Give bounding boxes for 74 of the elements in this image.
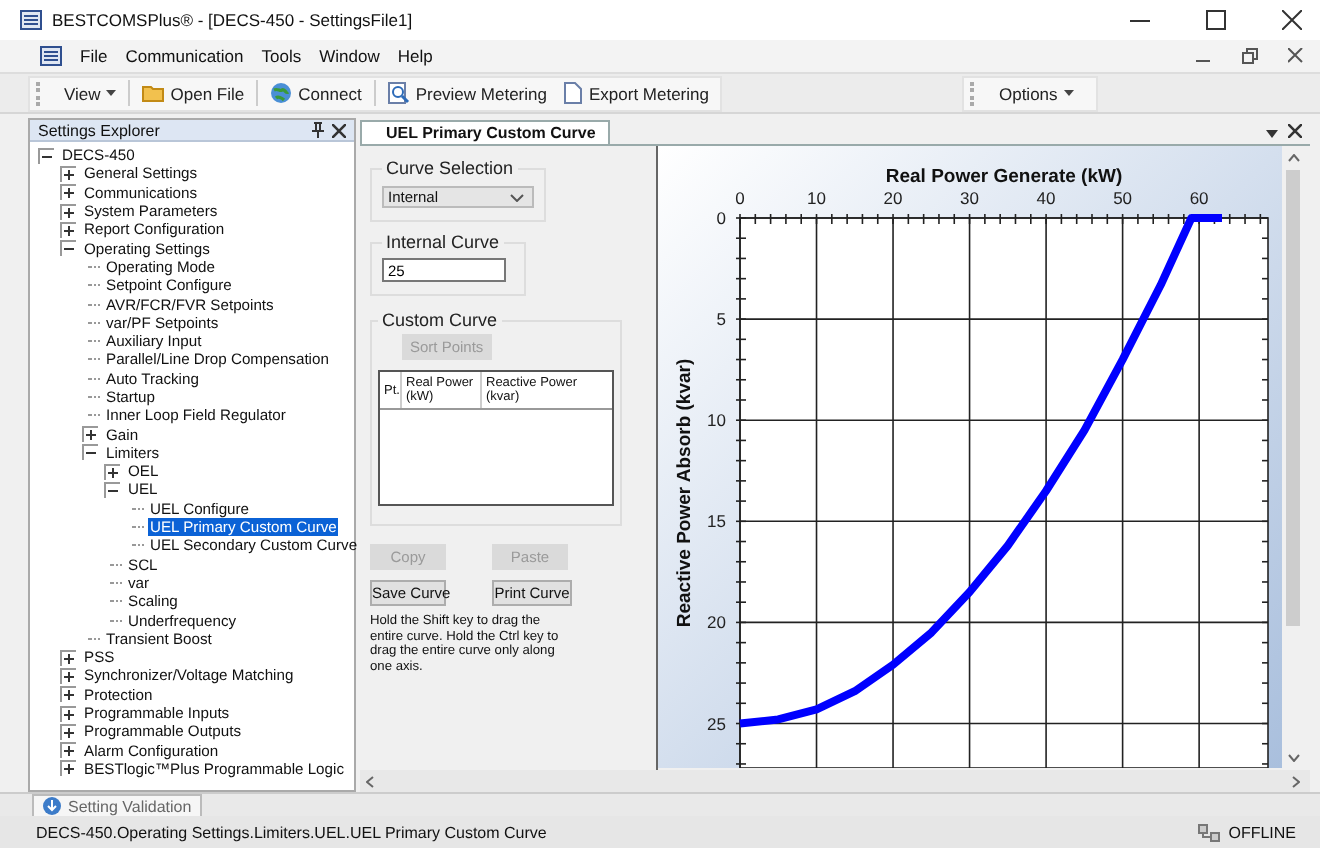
expand-icon[interactable] [60,705,76,722]
expand-icon[interactable] [60,723,76,740]
toolbar-button[interactable]: Open File [136,77,251,109]
y-tick-label: 20 [707,612,726,633]
folder-icon [142,84,165,102]
group-label: Curve Selection [384,158,516,178]
x-tick-label: 50 [1113,188,1133,208]
chevron-left-icon[interactable] [366,775,374,787]
y-tick-label: 25 [707,713,726,734]
x-tick-label: 60 [1189,188,1209,208]
document-tab[interactable]: UEL Primary Custom Curve [360,120,610,144]
pin-icon[interactable] [312,122,324,138]
collapse-icon[interactable] [38,147,54,164]
expand-icon[interactable] [60,686,76,703]
expand-icon[interactable] [60,760,76,777]
y-axis-title: Reactive Power Absorb (kvar) [674,358,696,628]
collapse-icon[interactable] [104,481,120,498]
maximize-icon[interactable] [1206,10,1226,30]
toolbar-button[interactable]: Connect [264,77,368,109]
toolbar-button[interactable]: Preview Metering [381,77,553,109]
y-tick-label: 0 [716,208,726,228]
document-icon [564,82,583,104]
caret-icon [106,90,117,96]
expand-icon[interactable] [60,184,76,201]
menu-item[interactable]: Window [319,46,380,66]
horizontal-scrollbar[interactable] [360,770,1310,792]
chart-title: Real Power Generate (kW) [885,166,1123,188]
globe-icon [270,82,293,104]
panel-title: Settings Explorer [38,121,160,139]
chevron-up-icon[interactable] [1287,154,1299,162]
curve-line[interactable] [739,214,1222,728]
expand-icon[interactable] [60,667,76,684]
status-path: DECS-450.Operating Settings.Limiters.UEL.UEL Primary Custom Curve [36,823,547,841]
document-grid-icon[interactable] [40,46,62,66]
close-icon[interactable] [1288,48,1304,64]
x-tick-label: 0 [735,188,745,208]
group-label: Internal Curve [384,232,502,252]
view-menu[interactable]: View [58,77,123,109]
expand-icon[interactable] [60,221,76,238]
menu-item[interactable]: Tools [261,46,302,66]
close-icon[interactable] [1288,124,1302,138]
expand-icon[interactable] [60,203,76,220]
magnifier-icon [387,82,410,104]
menu-item[interactable]: Help [397,46,433,66]
caret-icon [1063,90,1074,96]
x-tick-label: 10 [807,188,826,208]
expand-icon[interactable] [60,742,76,759]
toolbar-button[interactable]: Export Metering [558,77,715,109]
app-icon [20,10,42,30]
dropdown-icon[interactable] [1266,130,1278,138]
window-title: BESTCOMSPlus® - [DECS-450 - SettingsFile1] [52,10,413,30]
x-tick-label: 20 [883,188,903,208]
y-tick-label: 10 [707,410,726,431]
close-icon[interactable] [332,123,346,137]
download-icon [42,796,62,816]
x-tick-label: 30 [960,188,980,208]
menu-item[interactable]: Communication [125,46,244,66]
x-tick-label: 40 [1036,188,1056,208]
connection-status: OFFLINE [1228,823,1296,841]
expand-icon[interactable] [60,649,76,666]
restore-icon[interactable] [1242,48,1258,64]
bottom-tab[interactable]: Setting Validation [32,794,202,816]
close-icon[interactable] [1282,10,1302,30]
expand-icon[interactable] [60,165,76,182]
chevron-right-icon[interactable] [1292,775,1300,787]
chevron-down-icon[interactable] [1287,754,1299,762]
network-icon [1198,823,1221,841]
chevron-down-icon [510,193,524,201]
menu-item[interactable]: File [80,46,108,66]
y-tick-label: 15 [707,511,726,532]
group-label: Custom Curve [380,310,500,330]
expand-icon[interactable] [104,463,120,480]
expand-icon[interactable] [82,426,98,443]
y-tick-label: 5 [716,309,726,330]
